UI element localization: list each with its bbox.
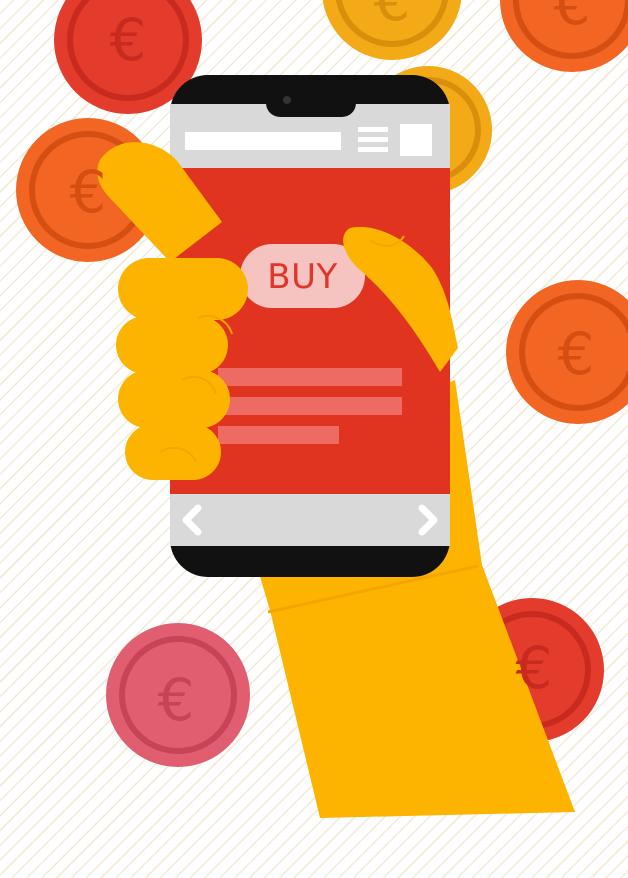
- buy-button-bg: [240, 244, 365, 308]
- euro-coin-top-right: [500, 0, 628, 72]
- phone-bottom-bar: [170, 494, 450, 546]
- hand-finger-4: [125, 424, 221, 480]
- tabs-icon: [400, 124, 432, 156]
- menu-icon: [358, 127, 388, 152]
- euro-coin-right: [506, 280, 628, 424]
- hand-finger-1: [118, 258, 248, 320]
- scene: [16, 0, 628, 818]
- phone-notch: [266, 75, 356, 117]
- hand-finger-2: [116, 316, 228, 374]
- content-line-3: [218, 426, 339, 444]
- content-line-1: [218, 368, 402, 386]
- front-camera-icon: [283, 96, 291, 104]
- address-bar: [185, 132, 341, 150]
- euro-coin-bottom-left: [106, 623, 250, 767]
- euro-coin-top-center: [322, 0, 462, 60]
- hand-finger-3: [118, 370, 230, 428]
- content-line-2: [218, 397, 402, 415]
